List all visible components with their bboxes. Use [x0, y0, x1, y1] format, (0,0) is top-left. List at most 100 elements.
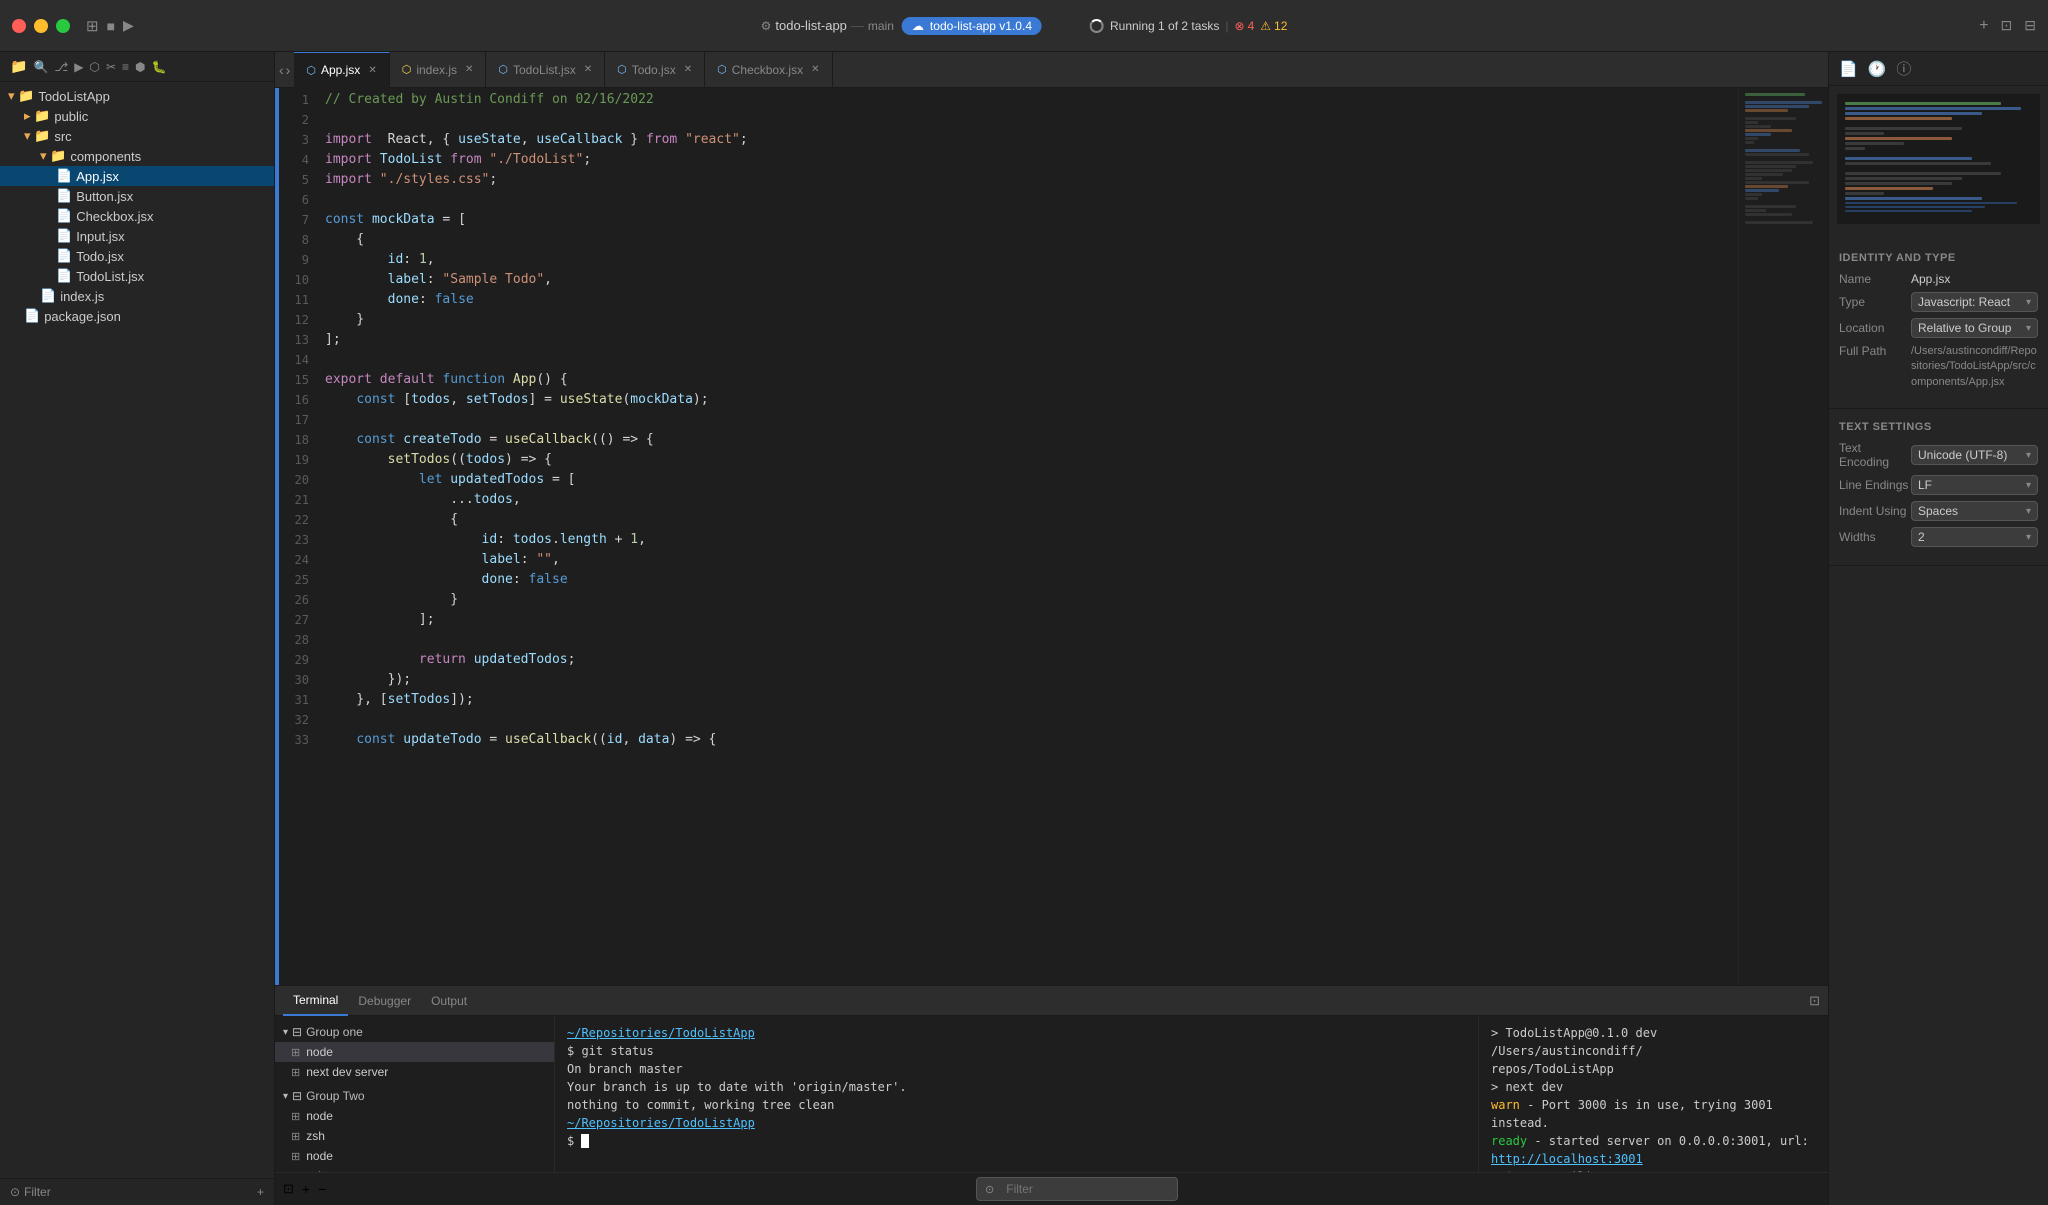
- inspector-line-endings-dropdown[interactable]: LF ▾: [1911, 475, 2038, 495]
- fullscreen-button[interactable]: [56, 19, 70, 33]
- right-panel: 📄 🕐 ⓘ: [1828, 52, 2048, 1205]
- sidebar-source-icon[interactable]: ⬢: [135, 60, 145, 74]
- code-line-27: ];: [321, 610, 1738, 630]
- tab-label: index.js: [416, 63, 457, 77]
- titlebar-center: ⚙ todo-list-app — main ☁ todo-list-app v…: [761, 17, 1288, 35]
- inspector-encoding-dropdown[interactable]: Unicode (UTF-8) ▾: [1911, 445, 2038, 465]
- sidebar-item-components[interactable]: ▾ 📁 components: [0, 146, 274, 166]
- sidebar-folder-icon[interactable]: 📁: [10, 58, 27, 75]
- close-button[interactable]: [12, 19, 26, 33]
- sidebar-item-todo-jsx[interactable]: 📄 Todo.jsx: [0, 246, 274, 266]
- tab-app-jsx[interactable]: ⬡ App.jsx ✕: [294, 52, 389, 88]
- remove-terminal-button[interactable]: −: [318, 1181, 326, 1197]
- terminal-split-icon[interactable]: ⊡: [283, 1181, 294, 1197]
- sidebar-toggle-icon[interactable]: ⊞: [86, 17, 99, 35]
- tab-checkbox-jsx[interactable]: ⬡ Checkbox.jsx ✕: [705, 52, 832, 88]
- sidebar-item-button-jsx[interactable]: 📄 Button.jsx: [0, 186, 274, 206]
- tab-close-button[interactable]: ✕: [368, 65, 376, 76]
- terminal-item-node-1[interactable]: ⊞ node: [275, 1042, 554, 1062]
- add-filter-button[interactable]: +: [257, 1185, 264, 1199]
- inspector-type-dropdown[interactable]: Javascript: React ▾: [1911, 292, 2038, 312]
- sidebar-snippet-icon[interactable]: ✂: [106, 60, 116, 74]
- inspector-widths-dropdown[interactable]: 2 ▾: [1911, 527, 2038, 547]
- group-icon: ⊟: [292, 1025, 302, 1039]
- terminal-group-one-header[interactable]: ▾ ⊟ Group one: [275, 1022, 554, 1042]
- terminal-output-left[interactable]: ~/Repositories/TodoListApp $ git status …: [555, 1016, 1478, 1172]
- code-line-15: export default function App() {: [321, 370, 1738, 390]
- code-editor[interactable]: // Created by Austin Condiff on 02/16/20…: [321, 88, 1738, 985]
- terminal-item-node-2[interactable]: ⊞ node: [275, 1106, 554, 1126]
- terminal-item-node-3[interactable]: ⊞ node: [275, 1146, 554, 1166]
- tab-close-button[interactable]: ✕: [684, 64, 692, 75]
- file-tree: ▾ 📁 TodoListApp ▸ 📁 public ▾ 📁 src ▾ 📁 c…: [0, 82, 274, 1178]
- panel-tab-terminal[interactable]: Terminal: [283, 986, 348, 1016]
- stop-button[interactable]: ■: [107, 18, 115, 34]
- inspector-toggle-icon[interactable]: ⊟: [2024, 17, 2036, 34]
- warning-badge[interactable]: ⚠ 12: [1260, 19, 1287, 33]
- sidebar-item-input-jsx[interactable]: 📄 Input.jsx: [0, 226, 274, 246]
- sidebar-item-label: TodoList.jsx: [76, 269, 144, 284]
- inspector-info-icon[interactable]: ⓘ: [1896, 58, 1911, 79]
- inspector-location-dropdown[interactable]: Relative to Group ▾: [1911, 318, 2038, 338]
- tab-forward-button[interactable]: ›: [286, 62, 291, 78]
- tab-close-button[interactable]: ✕: [584, 64, 592, 75]
- code-line-18: const createTodo = useCallback(() => {: [321, 430, 1738, 450]
- project-info: ⚙ todo-list-app — main: [761, 18, 894, 33]
- terminal-icon: ⊞: [291, 1110, 300, 1123]
- add-terminal-button[interactable]: +: [302, 1181, 310, 1197]
- tab-index-js[interactable]: ⬡ index.js ✕: [390, 52, 487, 88]
- sidebar-item-app-jsx[interactable]: 📄 App.jsx: [0, 166, 274, 186]
- tab-label: Todo.jsx: [632, 63, 676, 77]
- sidebar-more-icon[interactable]: ≡: [122, 60, 129, 74]
- sidebar-item-package-json[interactable]: 📄 package.json: [0, 306, 274, 326]
- sidebar-debug-icon[interactable]: 🐛: [152, 60, 167, 74]
- sidebar-item-label: Checkbox.jsx: [76, 209, 153, 224]
- filter-bar[interactable]: ⊙: [976, 1177, 1178, 1201]
- sidebar-item-src[interactable]: ▾ 📁 src: [0, 126, 274, 146]
- sidebar-item-index-js[interactable]: 📄 index.js: [0, 286, 274, 306]
- code-line-1: // Created by Austin Condiff on 02/16/20…: [321, 90, 1738, 110]
- tab-back-button[interactable]: ‹: [279, 62, 284, 78]
- run-button[interactable]: ▶: [123, 17, 134, 34]
- sidebar-search-icon[interactable]: 🔍: [33, 60, 48, 74]
- inspector-indent-dropdown[interactable]: Spaces ▾: [1911, 501, 2038, 521]
- chevron-icon: ▾: [283, 1091, 288, 1102]
- filter-input[interactable]: [998, 1180, 1169, 1198]
- panel-tab-debugger[interactable]: Debugger: [348, 986, 421, 1016]
- sidebar-item-label: App.jsx: [76, 169, 119, 184]
- panel-content: ▾ ⊟ Group one ⊞ node ⊞ next dev server: [275, 1016, 1828, 1172]
- tab-close-button[interactable]: ✕: [811, 64, 819, 75]
- terminal-output-right[interactable]: > TodoListApp@0.1.0 dev /Users/austincon…: [1478, 1016, 1828, 1172]
- jsx-icon: ⬡: [498, 63, 508, 76]
- code-line-33: const updateTodo = useCallback((id, data…: [321, 730, 1738, 750]
- sidebar-item-public[interactable]: ▸ 📁 public: [0, 106, 274, 126]
- code-line-26: }: [321, 590, 1738, 610]
- code-line-16: const [todos, setTodos] = useState(mockD…: [321, 390, 1738, 410]
- inspector-file-icon[interactable]: 📄: [1839, 60, 1858, 78]
- sidebar-source-control-icon[interactable]: ⎇: [54, 60, 68, 74]
- inspector-history-icon[interactable]: 🕐: [1868, 60, 1887, 78]
- terminal-group-two-header[interactable]: ▾ ⊟ Group Two: [275, 1086, 554, 1106]
- panel-tab-output[interactable]: Output: [421, 986, 477, 1016]
- chevron-icon: ▾: [283, 1027, 288, 1038]
- sidebar-breakpoint-icon[interactable]: ⬡: [89, 60, 99, 74]
- layout-toggle-icon[interactable]: ⊡: [2001, 17, 2013, 34]
- tab-close-button[interactable]: ✕: [465, 64, 473, 75]
- error-badge[interactable]: ⊗ 4: [1235, 19, 1255, 33]
- sidebar-item-todolistapp[interactable]: ▾ 📁 TodoListApp: [0, 86, 274, 106]
- terminal-item-zsh-1[interactable]: ⊞ zsh: [275, 1126, 554, 1146]
- tab-todolist-jsx[interactable]: ⬡ TodoList.jsx ✕: [486, 52, 605, 88]
- tab-todo-jsx[interactable]: ⬡ Todo.jsx ✕: [605, 52, 705, 88]
- minimap: [1738, 88, 1828, 985]
- terminal-line: $ git status: [567, 1042, 1466, 1060]
- inspector-text-settings-title: Text Settings: [1839, 421, 2038, 433]
- code-area[interactable]: 1 2 3 4 5 6 7 8 9 10 11 12 13 14: [275, 88, 1828, 985]
- add-tab-button[interactable]: +: [1979, 17, 1988, 35]
- terminal-item-next-dev[interactable]: ⊞ next dev server: [275, 1062, 554, 1082]
- sidebar-item-checkbox-jsx[interactable]: 📄 Checkbox.jsx: [0, 206, 274, 226]
- minimize-button[interactable]: [34, 19, 48, 33]
- sidebar-item-todolist-jsx[interactable]: 📄 TodoList.jsx: [0, 266, 274, 286]
- terminal-layout-icon[interactable]: ⊡: [1809, 993, 1820, 1009]
- code-line-9: id: 1,: [321, 250, 1738, 270]
- sidebar-run-icon[interactable]: ▶: [74, 60, 83, 74]
